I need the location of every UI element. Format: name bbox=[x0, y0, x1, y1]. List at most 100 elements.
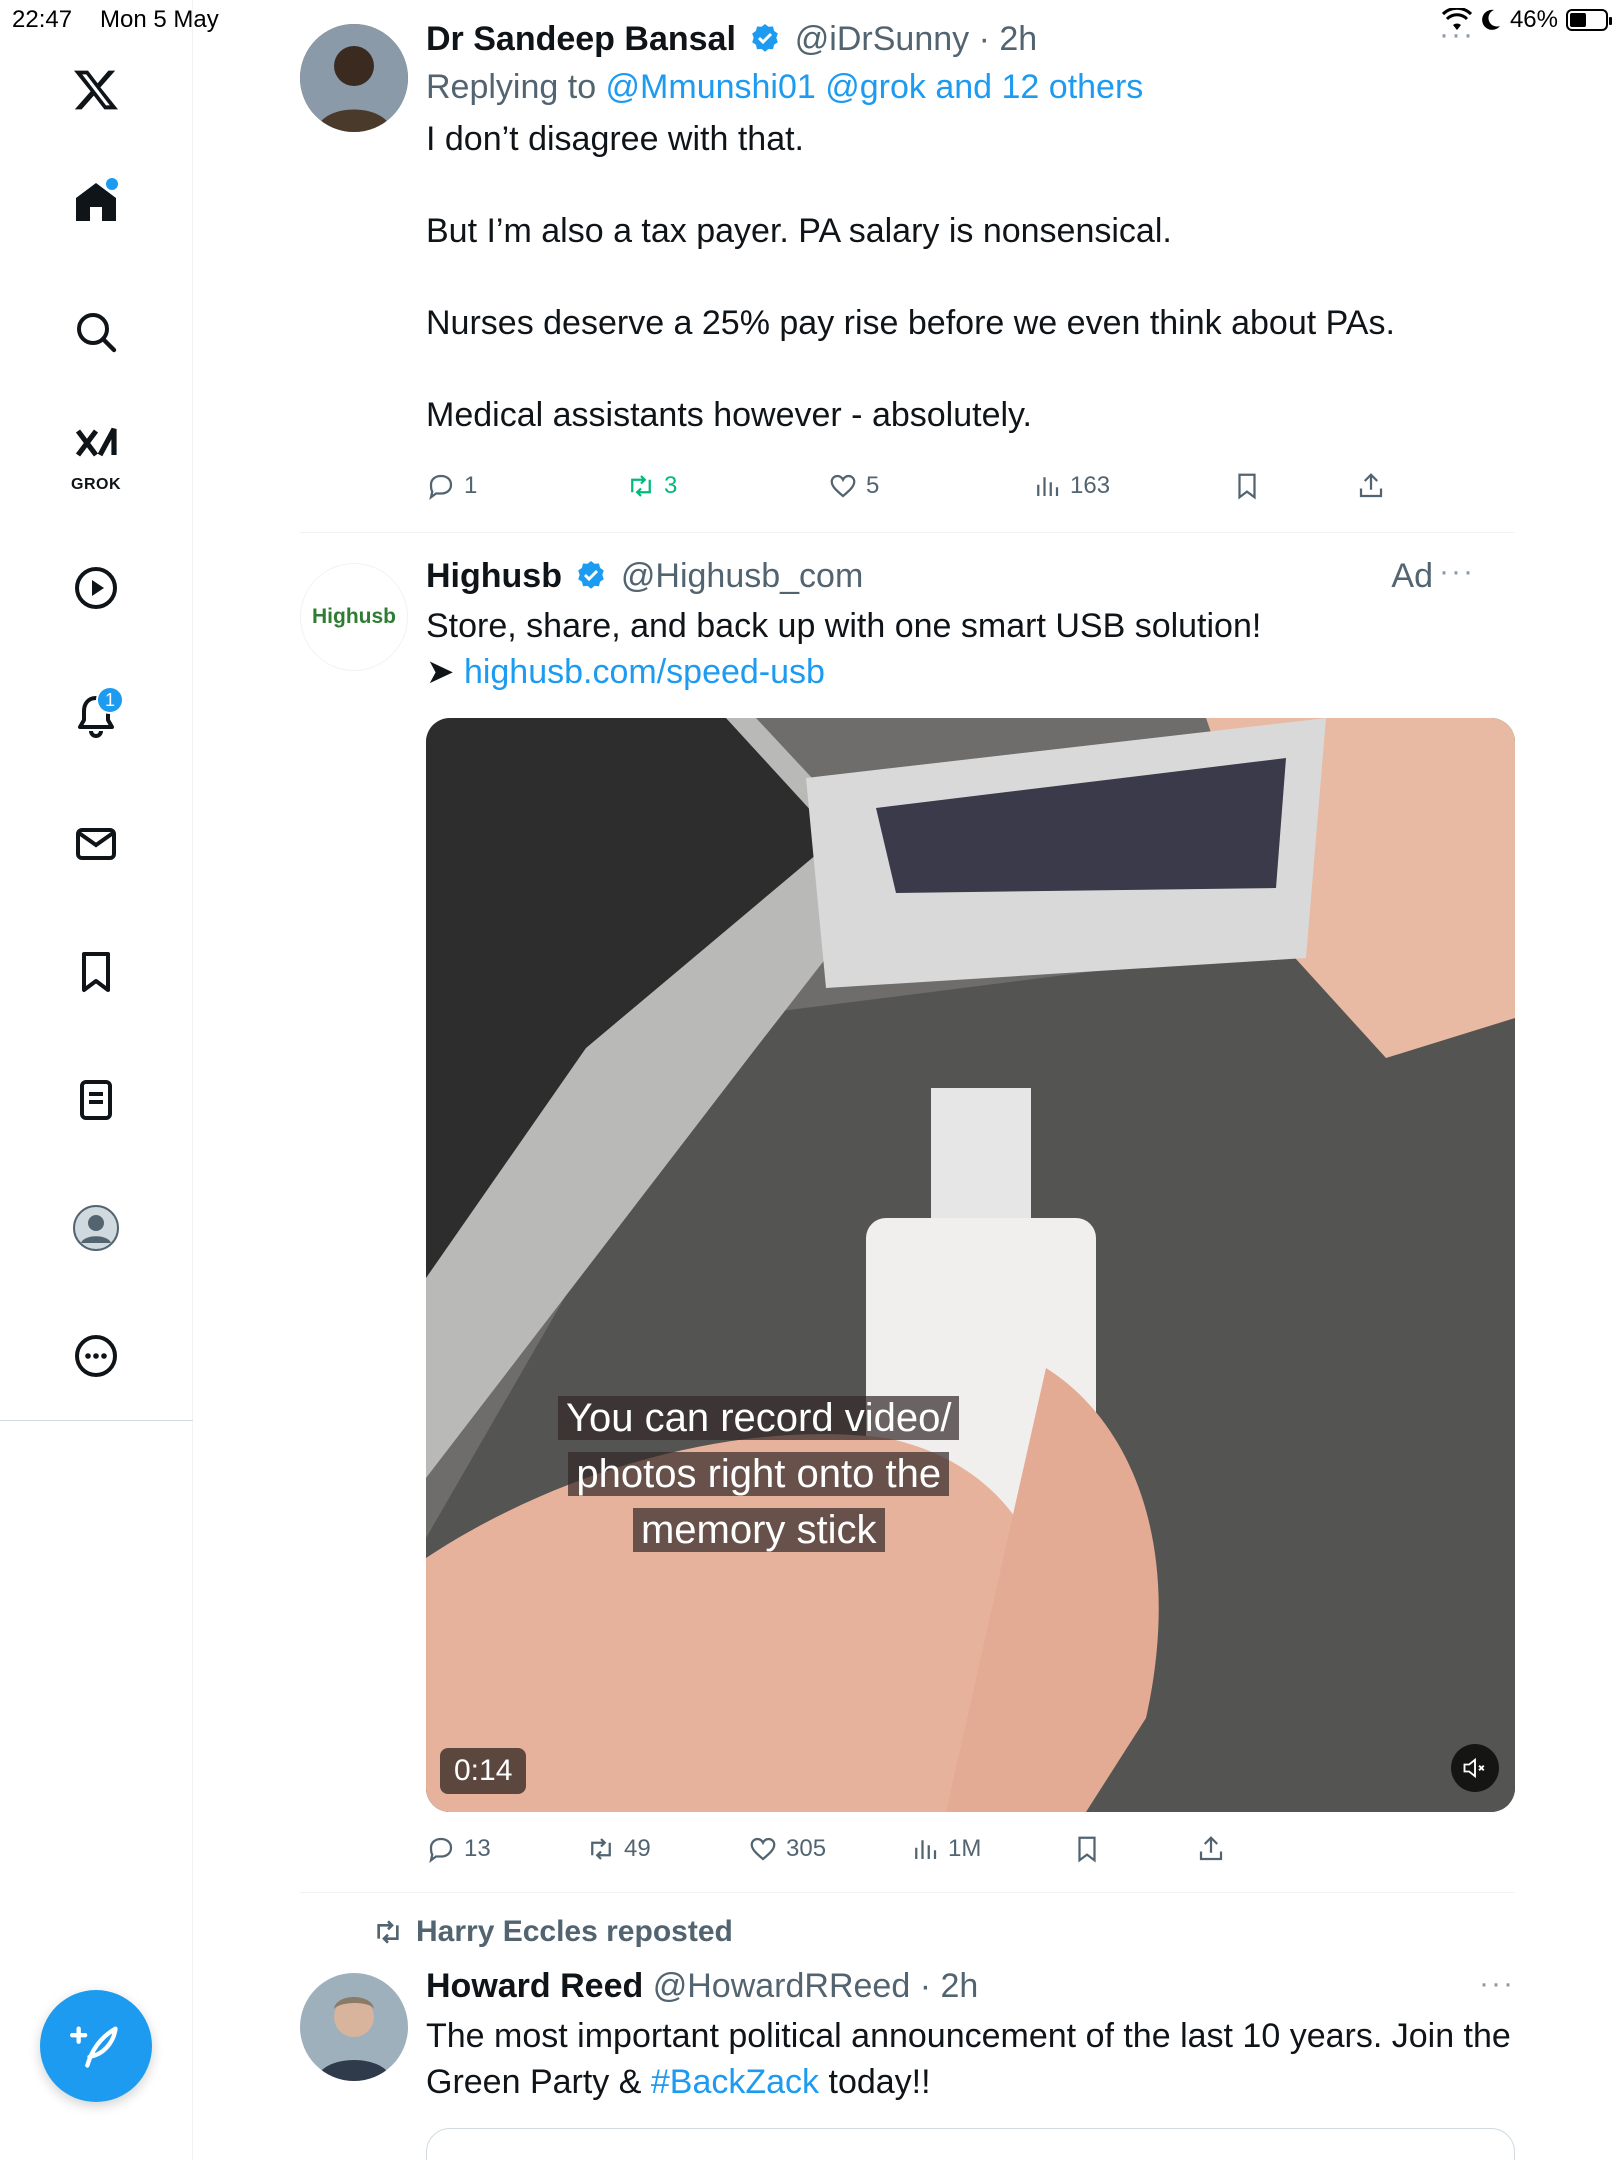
ad-link[interactable]: highusb.com/speed-usb bbox=[464, 653, 825, 691]
heart-icon bbox=[750, 1837, 776, 1861]
like-count: 305 bbox=[786, 1835, 827, 1862]
reposted-by-label: Harry Eccles reposted bbox=[416, 1915, 733, 1948]
envelope-icon bbox=[76, 828, 116, 860]
compose-post-button[interactable] bbox=[40, 1990, 152, 2102]
profile-avatar-icon bbox=[73, 1205, 119, 1251]
author-handle[interactable]: @Highusb_com bbox=[621, 557, 863, 595]
promoted-tweet[interactable]: Highusb Highusb @Highusb_com Store, shar… bbox=[300, 533, 1515, 1893]
mute-button[interactable] bbox=[1451, 1744, 1499, 1792]
avatar[interactable] bbox=[300, 1973, 408, 2081]
avatar[interactable]: Highusb bbox=[300, 563, 408, 671]
sidebar-item-video[interactable] bbox=[60, 552, 132, 624]
sidebar-item-home[interactable] bbox=[60, 166, 132, 238]
verified-badge-icon bbox=[752, 24, 779, 52]
tweet-time[interactable]: · 2h bbox=[979, 20, 1038, 58]
more-options-icon[interactable]: ··· bbox=[1439, 555, 1475, 589]
tweet-paragraph: But I’m also a tax payer. PA salary is n… bbox=[426, 212, 1172, 250]
tweet[interactable]: Harry Eccles reposted Howard Reed @Howar… bbox=[300, 1893, 1515, 2160]
retweet-icon bbox=[377, 1920, 399, 1944]
ad-link-line: ➤ highusb.com/speed-usb bbox=[426, 649, 1515, 695]
verified-badge-icon bbox=[578, 561, 605, 589]
reply-icon bbox=[429, 1837, 453, 1863]
x-logo[interactable] bbox=[60, 54, 132, 126]
author-handle[interactable]: @HowardRReed bbox=[653, 1967, 911, 2005]
more-options-icon[interactable]: ··· bbox=[1439, 18, 1475, 52]
video-caption-line: memory stick bbox=[632, 1508, 885, 1552]
bookmark-button[interactable] bbox=[1232, 471, 1262, 501]
avatar-photo bbox=[300, 1973, 408, 2081]
views-count: 1M bbox=[948, 1835, 982, 1862]
views-button[interactable]: 1M bbox=[910, 1834, 981, 1864]
video-caption-line: photos right onto the bbox=[568, 1452, 950, 1496]
tweet-header: Dr Sandeep Bansal @iDrSunny · 2h bbox=[426, 18, 1515, 60]
share-button[interactable] bbox=[1356, 471, 1386, 501]
tweet-time[interactable]: · 2h bbox=[920, 1967, 979, 2005]
video-player[interactable]: You can record video/ photos right onto … bbox=[426, 718, 1515, 1812]
avatar-photo bbox=[300, 24, 408, 132]
retweet-button[interactable]: 3 bbox=[626, 471, 677, 501]
retweet-icon bbox=[631, 475, 651, 497]
notifications-badge: 1 bbox=[96, 686, 124, 714]
tweet-text: Store, share, and back up with one smart… bbox=[426, 607, 1262, 645]
author-name[interactable]: Dr Sandeep Bansal bbox=[426, 20, 736, 58]
views-button[interactable]: 163 bbox=[1032, 471, 1110, 501]
play-circle-icon bbox=[75, 567, 117, 609]
sidebar-item-search[interactable] bbox=[60, 296, 132, 368]
like-button[interactable]: 5 bbox=[828, 471, 879, 501]
sidebar-item-bookmarks[interactable] bbox=[60, 936, 132, 1008]
author-handle[interactable]: @iDrSunny bbox=[795, 20, 969, 58]
battery-percentage: 46% bbox=[1509, 6, 1558, 33]
tweet-actions: 1 3 5 163 bbox=[426, 466, 1426, 506]
more-options-icon[interactable]: ··· bbox=[1479, 1967, 1515, 2001]
reply-count: 1 bbox=[464, 472, 478, 499]
more-circle-icon bbox=[75, 1335, 117, 1377]
video-duration: 0:14 bbox=[440, 1748, 527, 1794]
reply-button[interactable]: 13 bbox=[426, 1834, 491, 1864]
reposted-by[interactable]: Harry Eccles reposted bbox=[372, 1915, 733, 1949]
tweet-text-part: The most important political announcemen… bbox=[426, 2017, 1511, 2101]
tweet[interactable]: Dr Sandeep Bansal @iDrSunny · 2h Replyin… bbox=[300, 0, 1515, 533]
grok-icon bbox=[75, 427, 117, 457]
sidebar-item-profile[interactable] bbox=[60, 1192, 132, 1264]
arrow-icon: ➤ bbox=[426, 653, 464, 691]
reply-count: 13 bbox=[464, 1835, 491, 1862]
like-button[interactable]: 305 bbox=[748, 1834, 826, 1864]
tweet-header: Highusb @Highusb_com bbox=[426, 555, 1515, 597]
reply-icon bbox=[429, 474, 453, 500]
tweet-text: I don’t disagree with that. But I’m also… bbox=[426, 116, 1515, 438]
tweet-actions: 13 49 305 1M bbox=[426, 1829, 1426, 1869]
video-caption: You can record video/ photos right onto … bbox=[558, 1390, 960, 1558]
sidebar-item-more[interactable] bbox=[60, 1320, 132, 1392]
feather-plus-icon bbox=[70, 2026, 118, 2068]
retweet-button[interactable]: 49 bbox=[586, 1834, 651, 1864]
speaker-muted-icon bbox=[1463, 1757, 1485, 1779]
replying-to-users-link[interactable]: @Mmunshi01 @grok and 12 others bbox=[606, 68, 1144, 106]
replying-to-prefix: Replying to bbox=[426, 68, 606, 106]
video-caption-line: You can record video/ bbox=[558, 1396, 960, 1440]
grok-label: GROK bbox=[71, 476, 121, 493]
sidebar-item-messages[interactable] bbox=[60, 808, 132, 880]
views-count: 163 bbox=[1070, 472, 1111, 499]
share-button[interactable] bbox=[1196, 1834, 1226, 1864]
tweet-paragraph: Medical assistants however - absolutely. bbox=[426, 396, 1032, 434]
author-name[interactable]: Howard Reed bbox=[426, 1967, 643, 2005]
reply-button[interactable]: 1 bbox=[426, 471, 477, 501]
sidebar-item-grok[interactable]: GROK bbox=[60, 420, 132, 493]
avatar[interactable] bbox=[300, 24, 408, 132]
share-icon bbox=[1359, 473, 1383, 498]
views-chart-icon bbox=[915, 1840, 937, 1859]
home-new-dot bbox=[106, 178, 118, 190]
avatar-logo-text: Highusb bbox=[312, 605, 396, 628]
retweet-count: 3 bbox=[664, 472, 678, 499]
share-icon bbox=[1199, 1836, 1223, 1861]
search-icon bbox=[77, 313, 117, 353]
bookmark-icon bbox=[1078, 1836, 1096, 1863]
bookmark-button[interactable] bbox=[1072, 1834, 1102, 1864]
list-document-icon bbox=[80, 1080, 112, 1120]
sidebar-item-notifications[interactable]: 1 bbox=[60, 680, 132, 752]
tweet-paragraph: I don’t disagree with that. bbox=[426, 120, 805, 158]
author-name[interactable]: Highusb bbox=[426, 557, 562, 595]
quoted-card[interactable] bbox=[426, 2128, 1515, 2160]
sidebar-item-lists[interactable] bbox=[60, 1064, 132, 1136]
hashtag-link[interactable]: #BackZack bbox=[651, 2063, 819, 2101]
